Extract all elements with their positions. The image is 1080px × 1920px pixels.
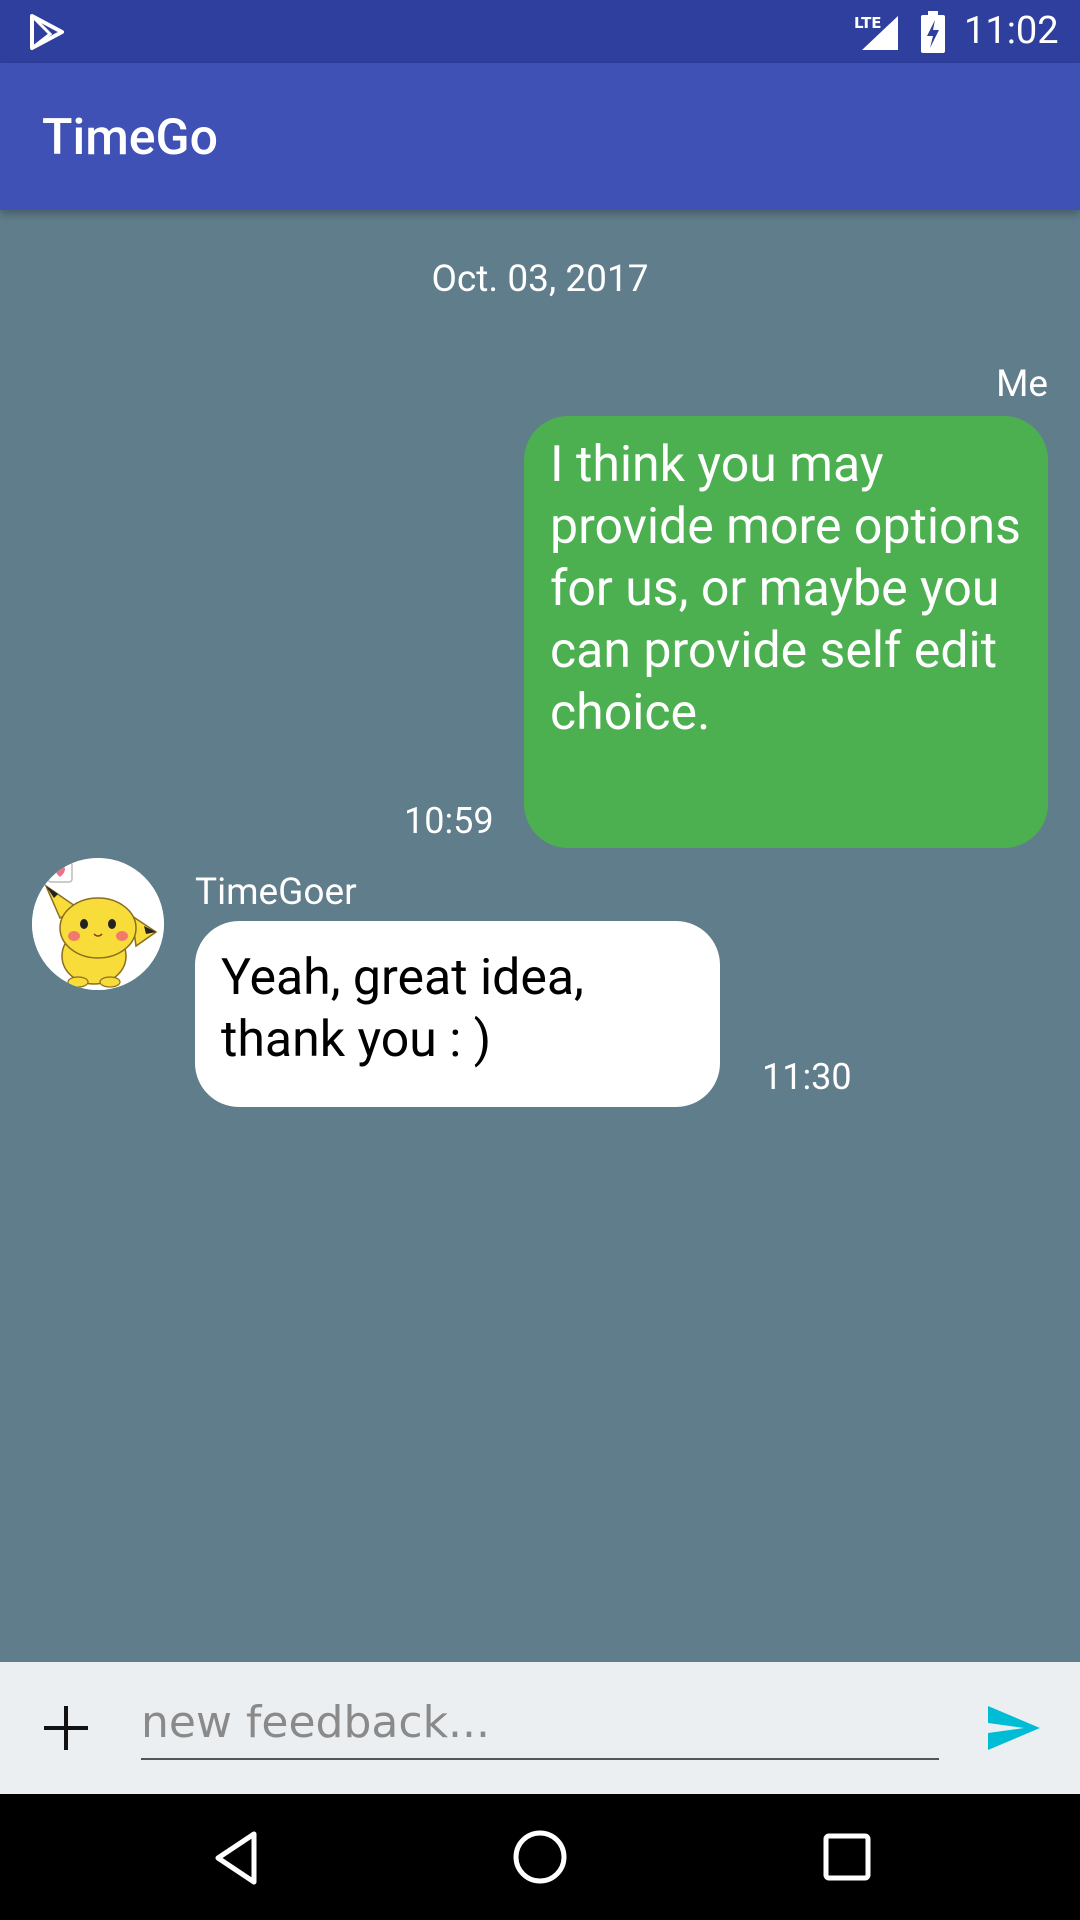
- chat-date: Oct. 03, 2017: [431, 258, 649, 301]
- app-title: TimeGo: [42, 109, 218, 167]
- chat-area[interactable]: Oct. 03, 2017 Me I think you may provide…: [0, 210, 1080, 1662]
- home-icon[interactable]: [510, 1827, 570, 1887]
- avatar[interactable]: [32, 858, 164, 990]
- message-time-me: 10:59: [404, 800, 494, 842]
- status-clock: 11:02: [964, 9, 1059, 53]
- send-icon[interactable]: [984, 1698, 1044, 1758]
- pikachu-avatar: [32, 858, 164, 990]
- app-bar: TimeGo: [0, 63, 1080, 210]
- play-store-icon: [30, 14, 64, 50]
- message-bubble-me[interactable]: I think you may provide more options for…: [524, 416, 1048, 848]
- system-nav-bar: [0, 1794, 1080, 1920]
- message-bubble-timegoer[interactable]: Yeah, great idea, thank you : ): [195, 921, 720, 1107]
- sender-name-me: Me: [996, 363, 1048, 406]
- sender-name-timegoer: TimeGoer: [195, 871, 357, 914]
- signal-icon: LTE: [852, 12, 902, 52]
- plus-icon[interactable]: [38, 1700, 94, 1756]
- back-icon[interactable]: [208, 1828, 264, 1888]
- feedback-input[interactable]: [141, 1692, 939, 1760]
- network-label: LTE: [854, 14, 882, 32]
- recent-apps-icon[interactable]: [820, 1830, 874, 1884]
- battery-charging-icon: [921, 11, 945, 53]
- message-time-timegoer: 11:30: [762, 1056, 852, 1098]
- status-bar: LTE 11:02: [0, 0, 1080, 63]
- message-input-bar: [0, 1662, 1080, 1794]
